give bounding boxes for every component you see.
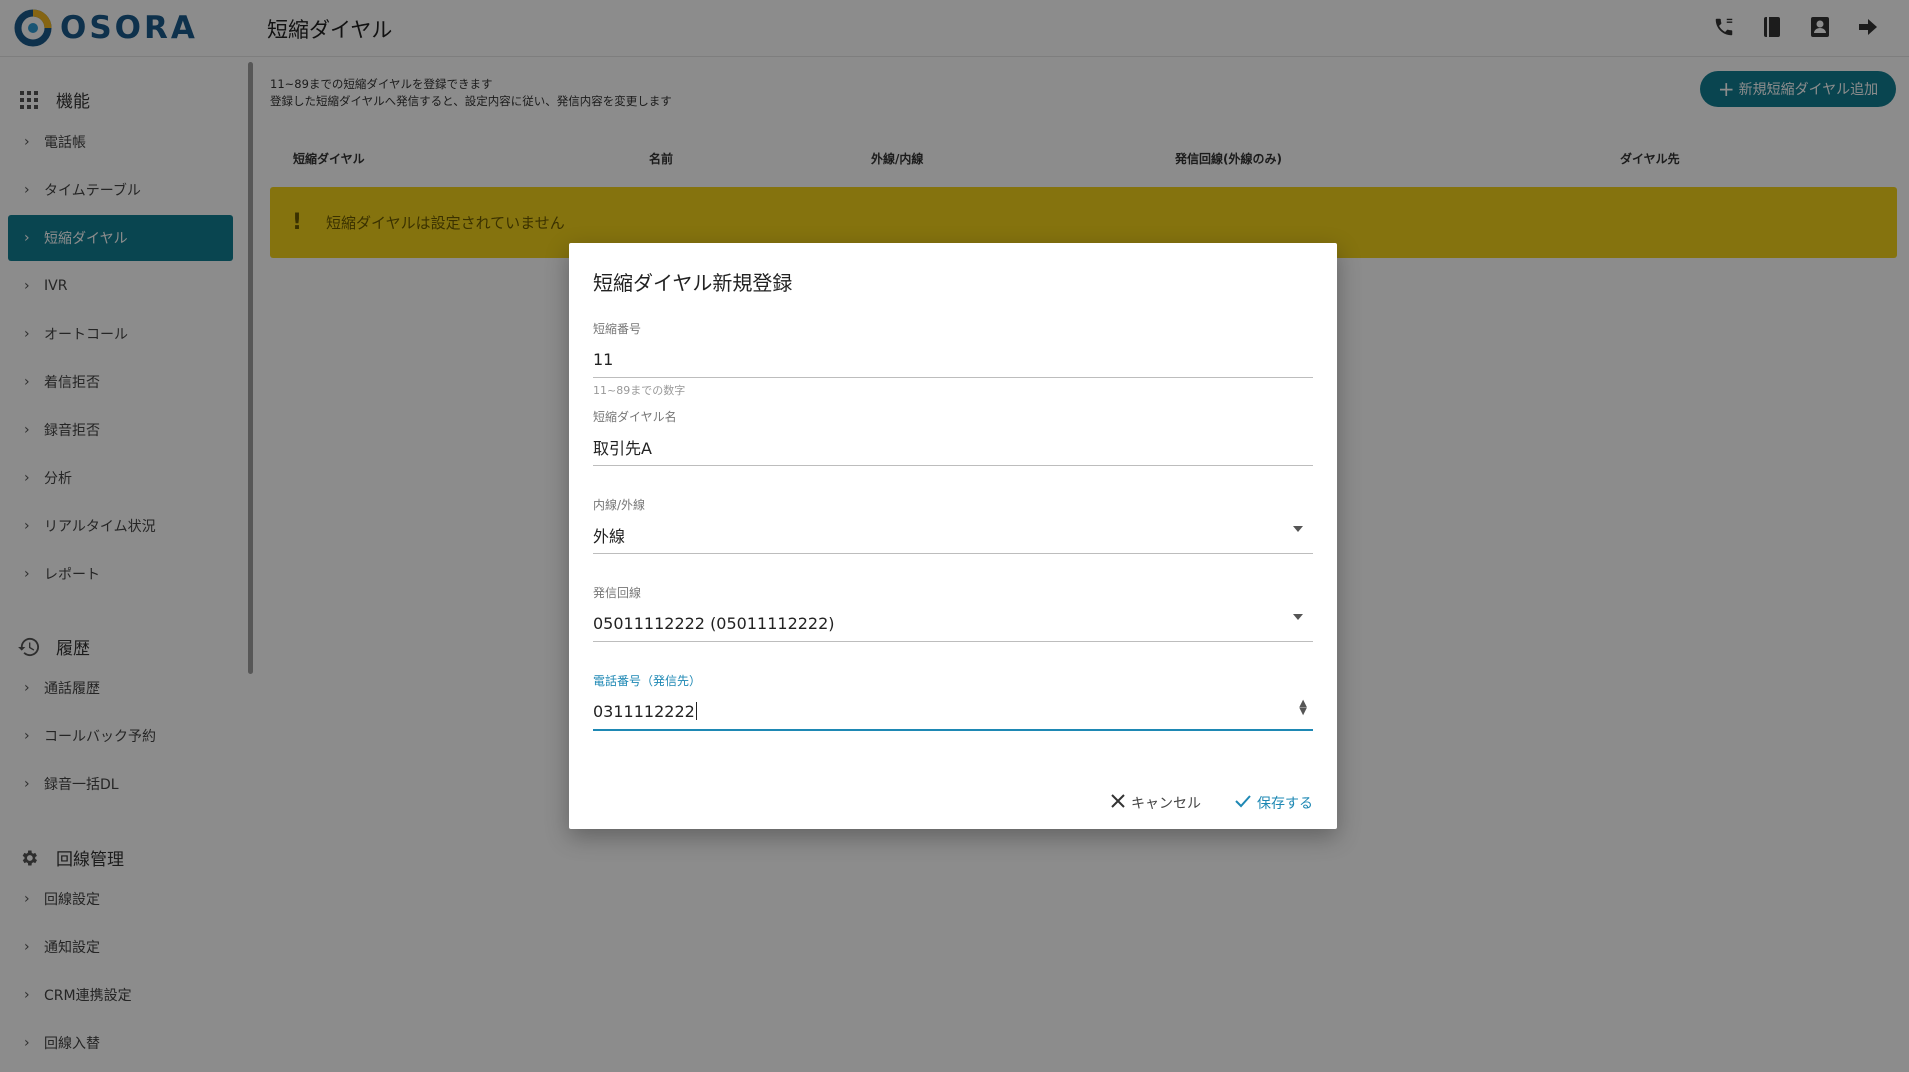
cancel-label: キャンセル	[1131, 796, 1201, 812]
field-underline	[593, 553, 1313, 554]
line-type-select[interactable]: 内線/外線 外線	[593, 496, 1313, 554]
field-label: 内線/外線	[593, 498, 646, 512]
save-button[interactable]: 保存する	[1235, 793, 1313, 813]
field-label: 発信回線	[593, 586, 642, 600]
field-label: 短縮ダイヤル名	[593, 410, 677, 424]
line-type-value[interactable]: 外線	[593, 523, 1313, 547]
short-number-input[interactable]: 11	[593, 347, 1313, 371]
outgoing-line-value[interactable]: 05011112222 (05011112222)	[593, 611, 1313, 635]
save-label: 保存する	[1257, 796, 1313, 812]
field-hint: 11~89までの数字	[593, 384, 686, 397]
outgoing-line-select[interactable]: 発信回線 05011112222 (05011112222)	[593, 584, 1313, 642]
close-icon	[1111, 794, 1125, 812]
dropdown-arrow-icon[interactable]	[1293, 526, 1303, 532]
field-label: 短縮番号	[593, 322, 642, 336]
dialog-title: 短縮ダイヤル新規登録	[593, 271, 793, 295]
dropdown-arrow-icon[interactable]	[1293, 614, 1303, 620]
field-underline	[593, 729, 1313, 731]
phone-number-value: 0311112222	[593, 701, 695, 721]
short-number-field[interactable]: 短縮番号 11 11~89までの数字	[593, 320, 1313, 398]
number-spinner-icon[interactable]: ▲ ▼	[1299, 699, 1307, 717]
name-input[interactable]: 取引先A	[593, 435, 1313, 459]
field-underline	[593, 465, 1313, 466]
field-underline	[593, 641, 1313, 642]
phone-number-input[interactable]: 0311112222	[593, 699, 1313, 723]
name-field[interactable]: 短縮ダイヤル名 取引先A	[593, 408, 1313, 466]
field-underline	[593, 377, 1313, 378]
phone-number-field[interactable]: 電話番号（発信先） 0311112222 ▲ ▼	[593, 672, 1313, 731]
cancel-button[interactable]: キャンセル	[1111, 793, 1201, 813]
speed-dial-dialog: 短縮ダイヤル新規登録 短縮番号 11 11~89までの数字 短縮ダイヤル名 取引…	[569, 243, 1337, 829]
text-cursor	[695, 702, 697, 720]
check-icon	[1235, 794, 1251, 812]
field-label: 電話番号（発信先）	[593, 674, 702, 688]
